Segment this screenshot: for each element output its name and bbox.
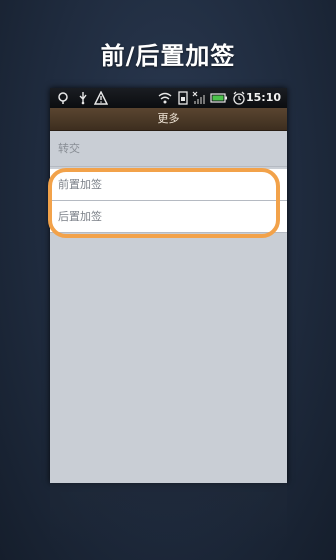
no-signal-icon	[192, 91, 205, 104]
menu-content: 转交 前置加签 后置加签	[50, 131, 287, 483]
page-title: 更多	[157, 112, 180, 125]
sim-icon	[178, 91, 188, 105]
phone-reflection	[50, 483, 287, 543]
wifi-icon	[158, 92, 172, 104]
warning-icon	[94, 91, 108, 105]
section-header-transfer[interactable]: 转交	[50, 131, 287, 167]
headline: 前/后置加签	[100, 42, 236, 70]
menu-list: 前置加签 后置加签	[50, 169, 287, 233]
phone-screenshot: 15:10 更多 转交 前置加签 后置加签	[50, 88, 287, 483]
title-bar: 更多	[50, 108, 287, 131]
menu-item-pre-sign[interactable]: 前置加签	[50, 169, 287, 201]
battery-icon	[210, 93, 227, 103]
status-bar: 15:10	[50, 88, 287, 108]
alarm-icon	[233, 91, 245, 105]
menu-item-post-sign[interactable]: 后置加签	[50, 201, 287, 233]
usb-icon	[79, 92, 87, 105]
location-icon	[58, 92, 68, 104]
status-clock: 15:10	[245, 91, 281, 104]
